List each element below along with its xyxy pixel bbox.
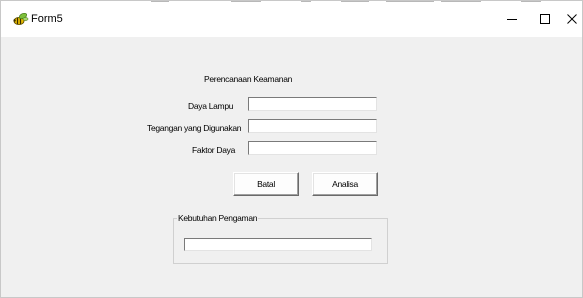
form-client-area: Perencanaan Keamanan Daya Lampu Tegangan… xyxy=(1,37,582,297)
tegangan-label: Tegangan yang Digunakan xyxy=(147,123,242,133)
maximize-button[interactable] xyxy=(529,5,561,33)
faktor-daya-label: Faktor Daya xyxy=(192,145,235,155)
window-title: Form5 xyxy=(31,13,63,25)
bee-icon xyxy=(13,12,29,26)
minimize-button[interactable] xyxy=(496,5,528,33)
analisa-button[interactable]: Analisa xyxy=(312,172,378,196)
maximize-icon xyxy=(540,14,550,24)
close-icon xyxy=(566,14,577,24)
tegangan-input[interactable] xyxy=(248,119,377,133)
batal-button[interactable]: Batal xyxy=(233,172,299,196)
form-heading: Perencanaan Keamanan xyxy=(204,74,293,84)
faktor-daya-input[interactable] xyxy=(248,141,377,155)
group-legend: Kebutuhan Pengaman xyxy=(177,213,259,223)
daya-lampu-label: Daya Lampu xyxy=(188,101,234,111)
kebutuhan-pengaman-group: Kebutuhan Pengaman xyxy=(173,213,388,264)
minimize-icon xyxy=(507,19,517,20)
close-button[interactable] xyxy=(561,5,582,33)
daya-lampu-input[interactable] xyxy=(248,97,377,111)
title-bar[interactable]: Form5 xyxy=(1,1,582,37)
form5-window: Form5 Perencanaan Keamanan Daya Lampu Te… xyxy=(0,0,583,298)
background-window-edge xyxy=(1,1,582,4)
kebutuhan-pengaman-output[interactable] xyxy=(184,238,372,251)
